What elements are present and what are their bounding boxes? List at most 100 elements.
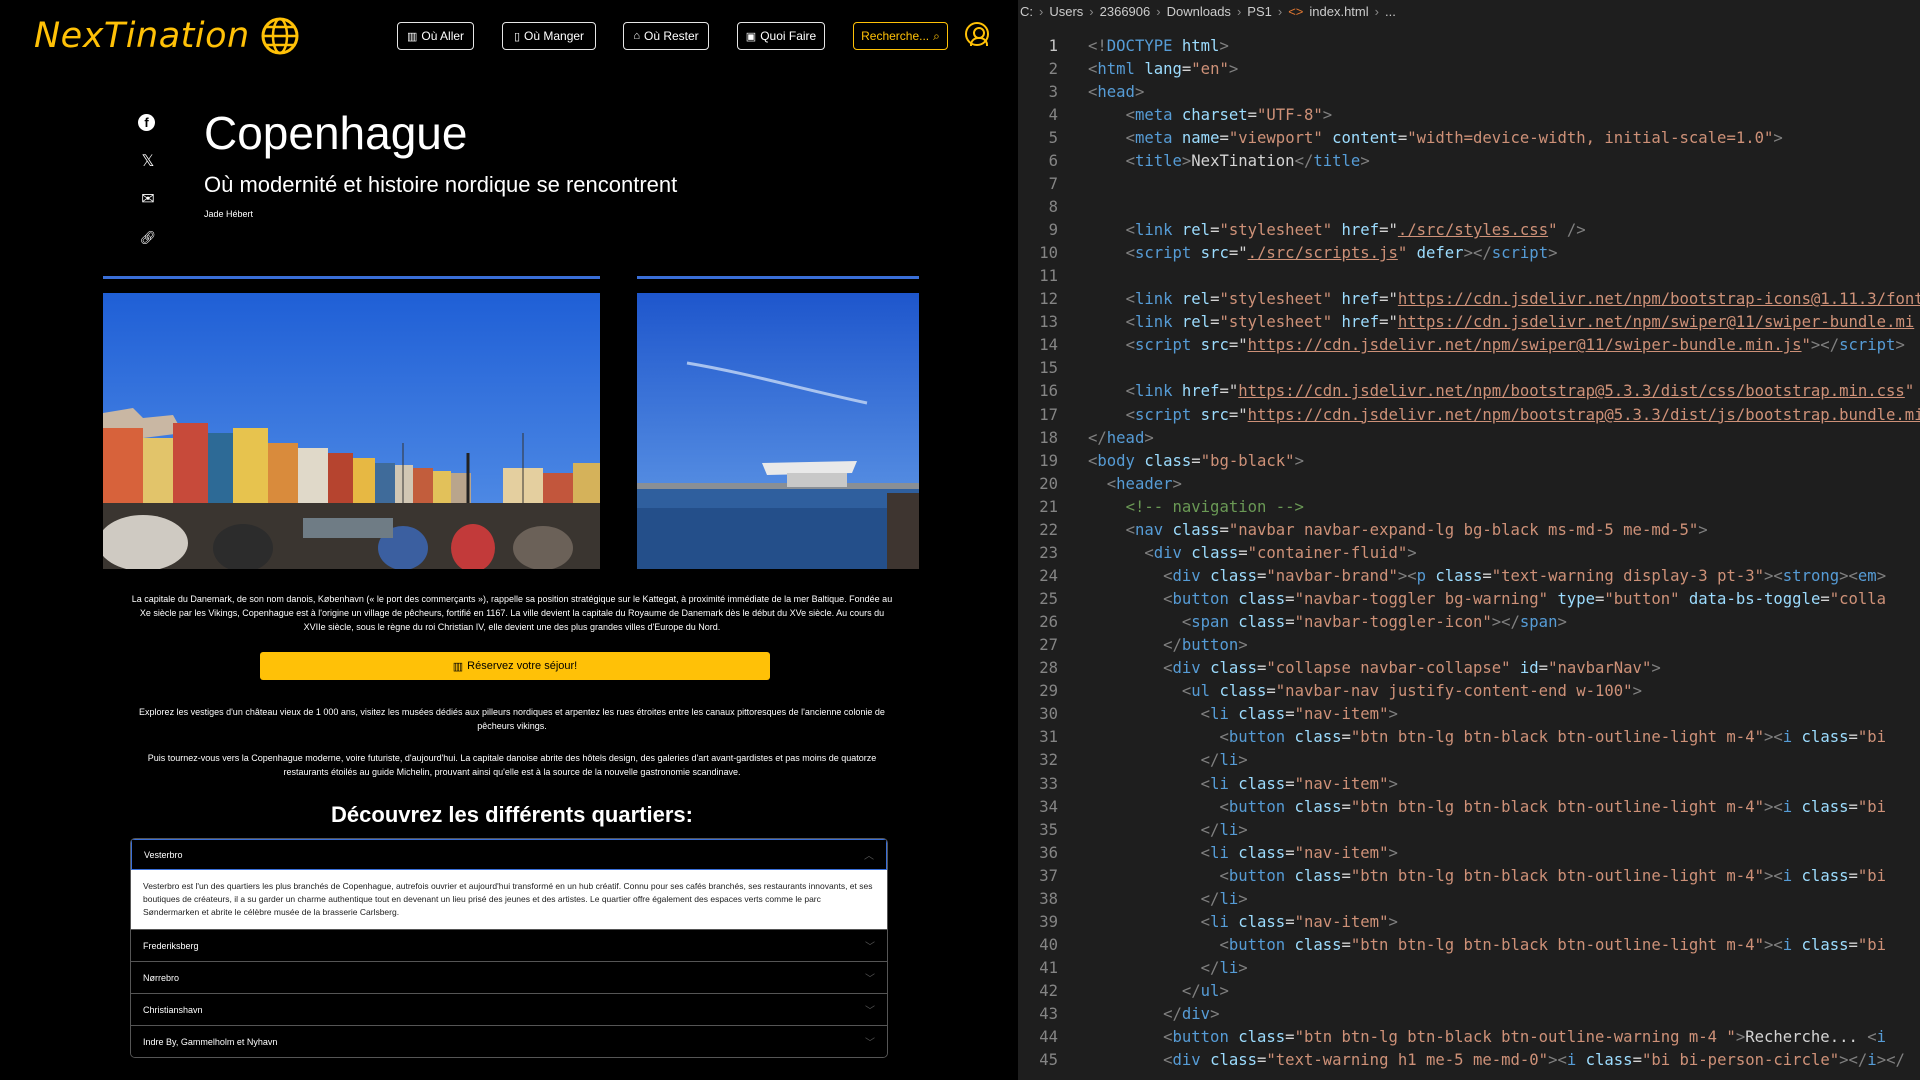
search-button[interactable]: Recherche... ⌕	[853, 22, 948, 50]
code-line[interactable]: 13 <link rel="stylesheet" href="https://…	[1018, 311, 1920, 334]
accordion-item-norrebro: Nørrebro ﹀	[131, 962, 887, 994]
breadcrumb-item[interactable]: Downloads	[1167, 4, 1231, 19]
code-line[interactable]: 27 </button>	[1018, 634, 1920, 657]
code-line[interactable]: 15	[1018, 357, 1920, 380]
line-number: 18	[1039, 428, 1058, 447]
line-content: </li>	[1058, 821, 1248, 839]
code-line[interactable]: 32 </li>	[1018, 749, 1920, 772]
code-line[interactable]: 20 <header>	[1018, 472, 1920, 495]
code-line[interactable]: 9 <link rel="stylesheet" href="./src/sty…	[1018, 219, 1920, 242]
code-line[interactable]: 8	[1018, 195, 1920, 218]
code-line[interactable]: 45 <div class="text-warning h1 me-5 me-m…	[1018, 1049, 1920, 1072]
code-line[interactable]: 19 <body class="bg-black">	[1018, 449, 1920, 472]
code-line[interactable]: 11	[1018, 265, 1920, 288]
breadcrumb-item[interactable]: index.html	[1309, 4, 1368, 19]
reserve-label: Réservez votre séjour!	[467, 660, 578, 672]
code-token: >	[1698, 520, 1708, 539]
brand[interactable]: NexTination	[34, 16, 300, 56]
code-line[interactable]: 14 <script src="https://cdn.jsdelivr.net…	[1018, 334, 1920, 357]
code-line[interactable]: 31 <button class="btn btn-lg btn-black b…	[1018, 726, 1920, 749]
facebook-icon[interactable]: f	[138, 114, 155, 131]
accordion-title: Frederiksberg	[143, 940, 199, 951]
line-content: </ul>	[1058, 982, 1229, 1000]
code-line[interactable]: 22 <nav class="navbar navbar-expand-lg b…	[1018, 518, 1920, 541]
code-line[interactable]: 42 </ul>	[1018, 980, 1920, 1003]
breadcrumb-item[interactable]: 2366906	[1100, 4, 1151, 19]
code-line[interactable]: 16 <link href="https://cdn.jsdelivr.net/…	[1018, 380, 1920, 403]
code-token: content	[1332, 128, 1398, 147]
code-line[interactable]: 3 <head>	[1018, 80, 1920, 103]
line-content: <title>NexTination</title>	[1058, 152, 1370, 170]
code-token: ><	[1763, 935, 1783, 954]
user-icon[interactable]	[965, 22, 989, 46]
house-icon: ⌂	[633, 30, 640, 42]
code-line[interactable]: 25 <button class="navbar-toggler bg-warn…	[1018, 588, 1920, 611]
code-line[interactable]: 33 <li class="nav-item">	[1018, 772, 1920, 795]
nav-button-ou-aller[interactable]: ▥ Où Aller	[397, 22, 474, 50]
code-line[interactable]: 5 <meta name="viewport" content="width=d…	[1018, 126, 1920, 149]
accordion-header[interactable]: Indre By, Gammelholm et Nyhavn ﹀	[131, 1026, 887, 1057]
code-line[interactable]: 17 <script src="https://cdn.jsdelivr.net…	[1018, 403, 1920, 426]
code-token: class	[1238, 912, 1286, 931]
mail-icon[interactable]: ✉	[138, 189, 158, 209]
nav-label: Quoi Faire	[760, 29, 817, 43]
code-line[interactable]: 6 <title>NexTination</title>	[1018, 149, 1920, 172]
code-line[interactable]: 38 </li>	[1018, 887, 1920, 910]
code-line[interactable]: 41 </li>	[1018, 957, 1920, 980]
code-line[interactable]: 10 <script src="./src/scripts.js" defer>…	[1018, 242, 1920, 265]
breadcrumb-item[interactable]: Users	[1049, 4, 1083, 19]
nav-button-ou-manger[interactable]: ▯ Où Manger	[502, 22, 596, 50]
code-line[interactable]: 34 <button class="btn btn-lg btn-black b…	[1018, 795, 1920, 818]
x-icon[interactable]: 𝕏	[138, 151, 158, 171]
districts-accordion: Vesterbro ︿ Vesterbro est l'un des quart…	[130, 838, 888, 1058]
code-line[interactable]: 23 <div class="container-fluid">	[1018, 541, 1920, 564]
code-line[interactable]: 4 <meta charset="UTF-8">	[1018, 103, 1920, 126]
code-line[interactable]: 40 <button class="btn btn-lg btn-black b…	[1018, 933, 1920, 956]
accordion-header[interactable]: Nørrebro ﹀	[131, 962, 887, 993]
nav-button-ou-rester[interactable]: ⌂ Où Rester	[623, 22, 709, 50]
code-token: =	[1257, 659, 1267, 678]
accordion-header[interactable]: Christianshavn ﹀	[131, 994, 887, 1025]
code-line[interactable]: 21 <!-- navigation -->	[1018, 495, 1920, 518]
code-line[interactable]: 1 <!DOCTYPE html>	[1018, 34, 1920, 57]
code-area[interactable]: 1 <!DOCTYPE html> 2 <html lang="en"> 3 <head>…	[1018, 34, 1920, 1072]
code-token: src	[1200, 336, 1229, 355]
code-line[interactable]: 29 <ul class="navbar-nav justify-content…	[1018, 680, 1920, 703]
breadcrumb-item[interactable]: PS1	[1247, 4, 1272, 19]
code-line[interactable]: 28 <div class="collapse navbar-collapse"…	[1018, 657, 1920, 680]
breadcrumb-item[interactable]: C:	[1020, 4, 1033, 19]
code-line[interactable]: 37 <button class="btn btn-lg btn-black b…	[1018, 864, 1920, 887]
code-line[interactable]: 26 <span class="navbar-toggler-icon"></s…	[1018, 611, 1920, 634]
reserve-button[interactable]: ▥ Réservez votre séjour!	[260, 652, 770, 680]
line-number: 9	[1048, 221, 1058, 240]
code-line[interactable]: 36 <li class="nav-item">	[1018, 841, 1920, 864]
breadcrumb-item[interactable]: ...	[1385, 4, 1396, 19]
code-line[interactable]: 30 <li class="nav-item">	[1018, 703, 1920, 726]
code-line[interactable]: 43 </div>	[1018, 1003, 1920, 1026]
code-editor[interactable]: C: › Users › 2366906 › Downloads › PS1 › <> index.…	[1018, 0, 1920, 1080]
nav-button-quoi-faire[interactable]: ▣ Quoi Faire	[737, 22, 825, 50]
accordion-header[interactable]: Vesterbro ︿	[131, 839, 887, 870]
line-number: 29	[1039, 682, 1058, 701]
line-content: <body class="bg-black">	[1058, 452, 1304, 470]
code-token: src	[1200, 405, 1229, 424]
link-icon[interactable]: 🔗︎	[138, 228, 158, 248]
code-token: ="	[1228, 336, 1248, 355]
code-token: "nav-item"	[1294, 705, 1389, 724]
code-line[interactable]: 12 <link rel="stylesheet" href="https://…	[1018, 288, 1920, 311]
code-token: <	[1125, 244, 1135, 263]
code-line[interactable]: 7	[1018, 172, 1920, 195]
accordion-header[interactable]: Frederiksberg ﹀	[131, 930, 887, 961]
code-line[interactable]: 2 <html lang="en">	[1018, 57, 1920, 80]
code-line[interactable]: 44 <button class="btn btn-lg btn-black b…	[1018, 1026, 1920, 1049]
code-token: =	[1219, 520, 1229, 539]
code-line[interactable]: 24 <div class="navbar-brand"><p class="t…	[1018, 564, 1920, 587]
code-token: >	[1144, 428, 1154, 447]
code-token: "en"	[1191, 59, 1229, 78]
line-content: </head>	[1058, 429, 1154, 447]
code-line[interactable]: 35 </li>	[1018, 818, 1920, 841]
code-line[interactable]: 39 <li class="nav-item">	[1018, 910, 1920, 933]
code-line[interactable]: 18 </head>	[1018, 426, 1920, 449]
